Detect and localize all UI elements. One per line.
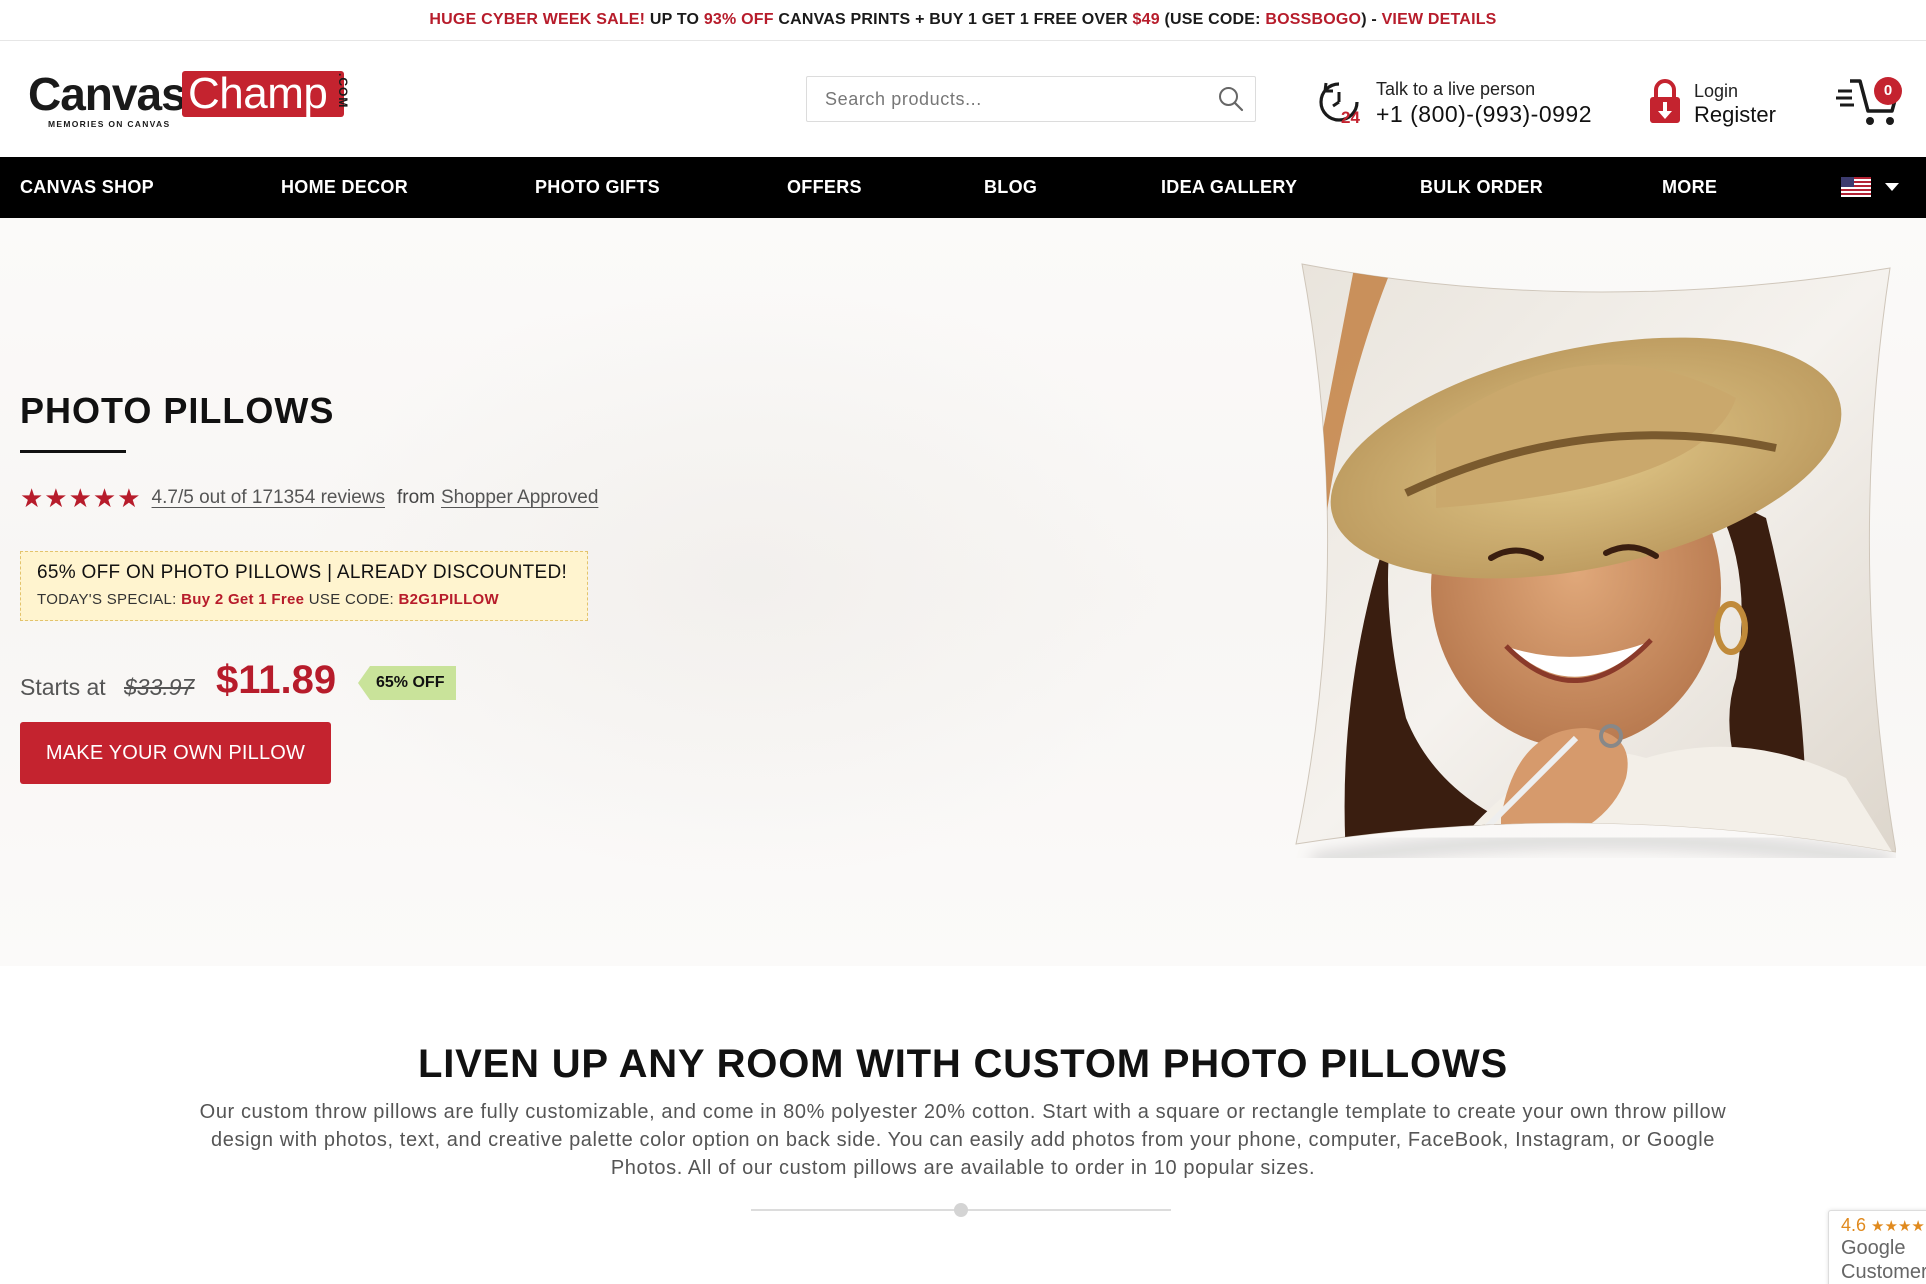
make-your-own-pillow-button[interactable]: MAKE YOUR OWN PILLOW [20, 722, 331, 784]
pillow-product-image [1295, 263, 1896, 858]
offer-headline: 65% OFF ON PHOTO PILLOWS | ALREADY DISCO… [37, 562, 568, 583]
discount-tag-label: 65% OFF [376, 674, 445, 691]
logo[interactable]: Canvas Champ .COM MEMORIES ON CANVAS [28, 68, 350, 129]
country-dropdown-caret-icon[interactable] [1885, 183, 1899, 191]
rating-stars-icon: ★★★★★ [20, 482, 142, 513]
cart-button[interactable]: 0 [1836, 71, 1902, 131]
promo-text: CANVAS PRINTS + BUY 1 GET 1 FREE OVER [773, 11, 1133, 28]
search-input[interactable] [825, 77, 1205, 121]
title-underline [20, 450, 126, 453]
section-description: Our custom throw pillows are fully custo… [199, 1101, 1727, 1179]
discount-tag: 65% OFF [358, 666, 456, 700]
logo-tagline: MEMORIES ON CANVAS [48, 119, 171, 129]
login-link[interactable]: Login [1694, 81, 1738, 102]
original-price: $33.97 [124, 674, 195, 700]
account-menu[interactable]: Login Register [1648, 75, 1798, 135]
logo-word-champ: Champ [188, 69, 328, 118]
logo-suffix: .COM [336, 73, 350, 109]
us-flag-icon[interactable] [1841, 177, 1871, 197]
nav-photo-gifts[interactable]: PHOTO GIFTS [535, 157, 660, 218]
nav-more[interactable]: MORE [1662, 157, 1717, 218]
price-starts-label: Starts at [20, 674, 106, 700]
cart-count-badge: 0 [1874, 77, 1902, 105]
offer-code: B2G1PILLOW [398, 591, 499, 608]
offer-box: 65% OFF ON PHOTO PILLOWS | ALREADY DISCO… [20, 551, 588, 621]
google-customer-reviews-badge[interactable]: 4.6 ★★★★ Google Customer [1828, 1210, 1926, 1284]
google-score: 4.6 ★★★★ [1841, 1215, 1925, 1236]
promo-text: ) - [1361, 11, 1382, 28]
offer-code-label: USE CODE: [304, 591, 399, 608]
nav-offers[interactable]: OFFERS [787, 157, 862, 218]
promo-discount: 93% OFF [703, 11, 774, 28]
offer-deal: Buy 2 Get 1 Free [181, 591, 305, 608]
register-link[interactable]: Register [1694, 102, 1776, 128]
clock-24-icon: 24 [1319, 82, 1360, 125]
support-label: Talk to a live person [1376, 79, 1536, 99]
support-phone[interactable]: +1 (800)-(993)-0992 [1376, 101, 1592, 128]
promo-code: BOSSBOGO [1265, 11, 1362, 28]
google-label: Google [1841, 1237, 1906, 1259]
reviews-link[interactable]: 4.7/5 out of 171354 reviews [152, 487, 385, 509]
nav-idea-gallery[interactable]: IDEA GALLERY [1161, 157, 1297, 218]
divider-dot [954, 1203, 968, 1217]
site-header: Canvas Champ .COM MEMORIES ON CANVAS 24 … [0, 41, 1926, 157]
hero-banner: PHOTO PILLOWS ★★★★★ 4.7/5 out of 171354 … [0, 218, 1926, 966]
search-box [806, 76, 1256, 122]
nav-canvas-shop[interactable]: CANVAS SHOP [20, 157, 154, 218]
offer-special-label: TODAY'S SPECIAL: [37, 591, 182, 608]
main-nav: CANVAS SHOP HOME DECOR PHOTO GIFTS OFFER… [0, 157, 1926, 218]
live-support[interactable]: 24 Talk to a live person +1 (800)-(993)-… [1316, 75, 1616, 131]
search-icon[interactable] [1217, 85, 1245, 113]
lock-icon [1650, 79, 1680, 123]
page-title: PHOTO PILLOWS [20, 390, 335, 431]
promo-text: UP TO [645, 11, 704, 28]
rating-from-text: from [396, 487, 435, 508]
view-details-link[interactable]: VIEW DETAILS [1382, 11, 1497, 29]
customer-label: Customer [1841, 1261, 1926, 1283]
nav-home-decor[interactable]: HOME DECOR [281, 157, 408, 218]
clock-24-label: 24 [1341, 108, 1360, 125]
google-stars-icon: ★★★★ [1871, 1218, 1925, 1235]
offer-special: TODAY'S SPECIAL: Buy 2 Get 1 Free USE CO… [37, 591, 499, 608]
google-score-value: 4.6 [1841, 1215, 1867, 1235]
promo-threshold: $49 [1132, 11, 1160, 28]
section-title: LIVEN UP ANY ROOM WITH CUSTOM PHOTO PILL… [417, 1042, 1508, 1086]
sale-price: $11.89 [216, 658, 337, 702]
rating-row: ★★★★★ 4.7/5 out of 171354 reviews from S… [20, 482, 598, 513]
promo-bar: HUGE CYBER WEEK SALE! UP TO 93% OFF CANV… [0, 0, 1926, 41]
nav-blog[interactable]: BLOG [984, 157, 1037, 218]
promo-sale-text: HUGE CYBER WEEK SALE! [429, 11, 646, 28]
nav-bulk-order[interactable]: BULK ORDER [1420, 157, 1543, 218]
promo-text: (USE CODE: [1159, 11, 1266, 28]
logo-word-canvas: Canvas [28, 68, 187, 120]
shopper-approved-link[interactable]: Shopper Approved [441, 487, 598, 509]
